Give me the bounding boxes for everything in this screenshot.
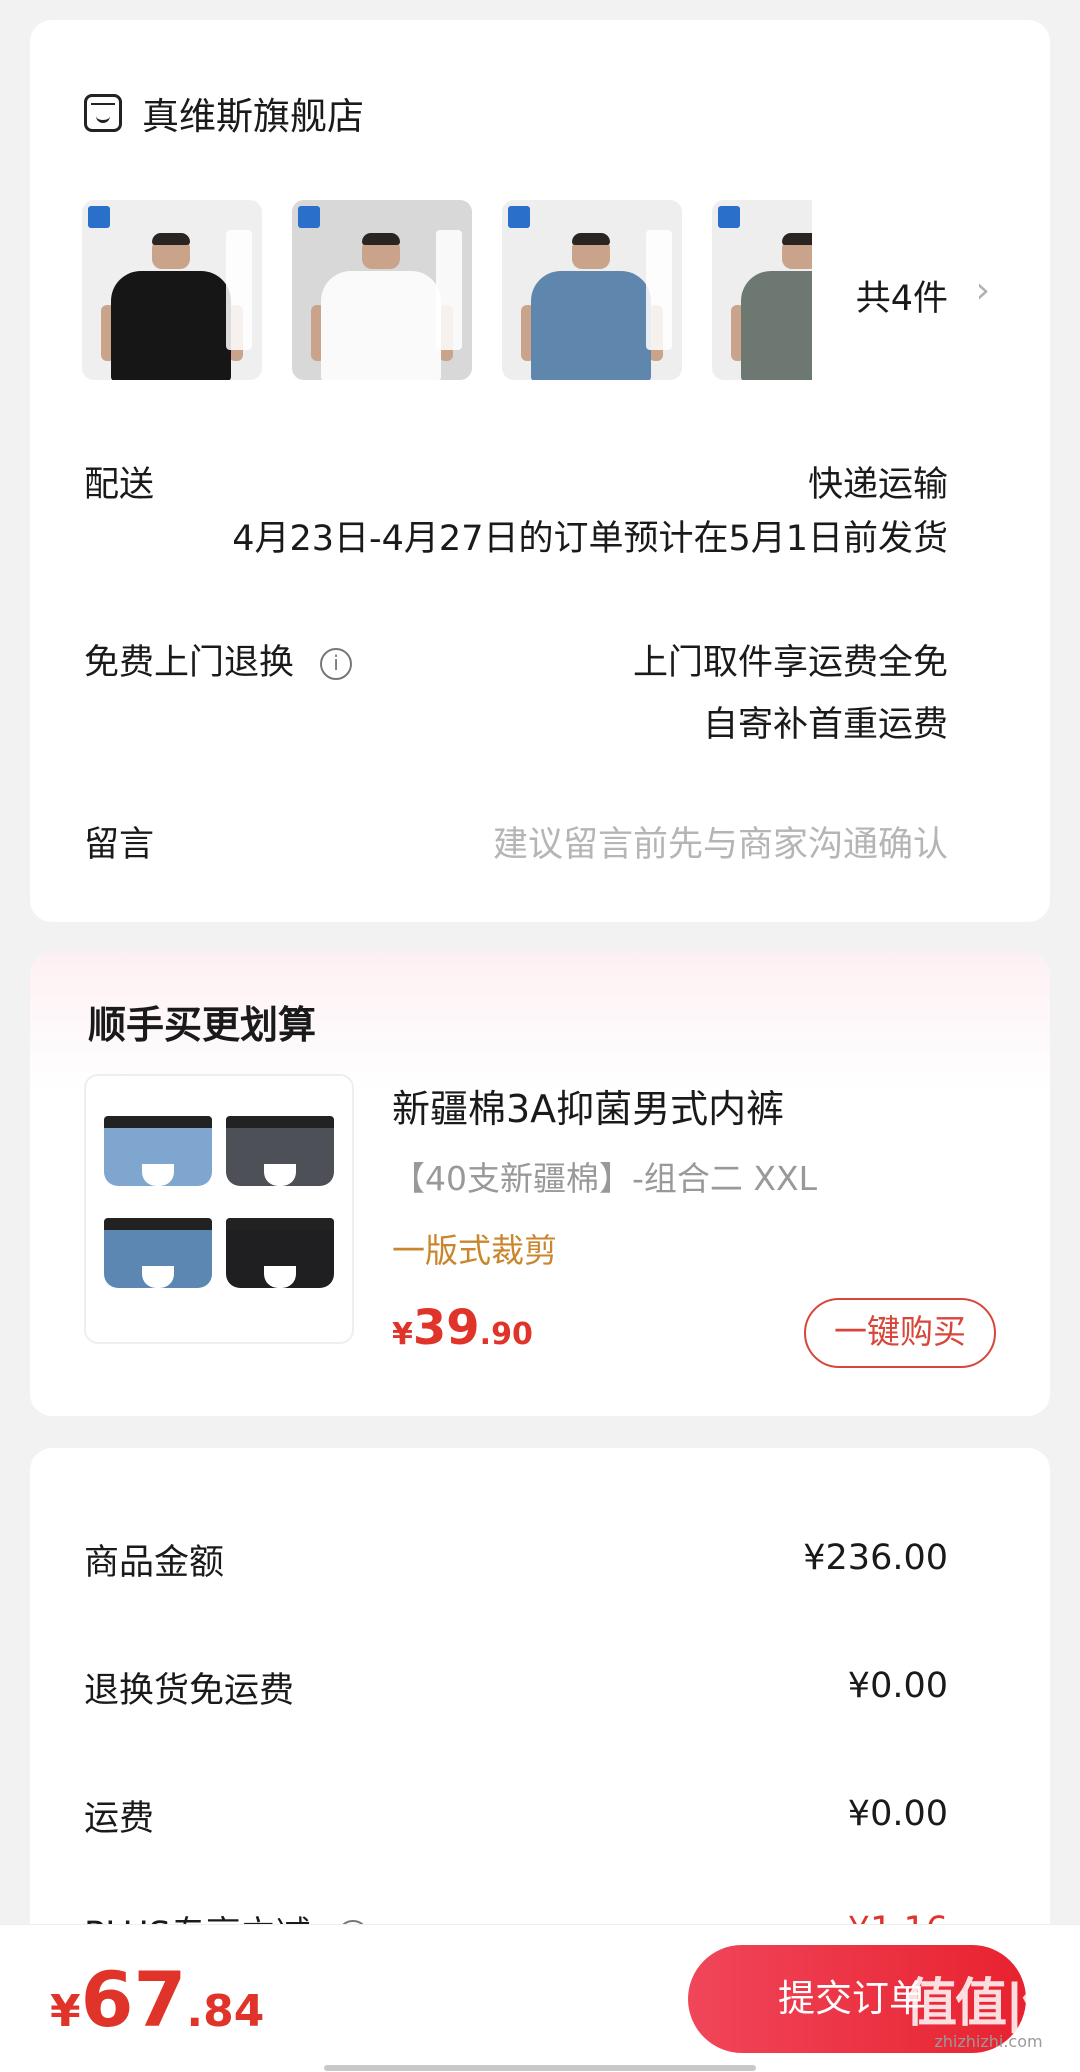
one-click-buy-button[interactable]: 一键购买 [804, 1298, 996, 1368]
feature-badges-icon [226, 230, 252, 350]
product-thumbnail[interactable] [712, 200, 812, 380]
feature-badges-icon [646, 230, 672, 350]
store-card: 真维斯旗舰店 共4件 › 配送 快递运输 4月23日-4月27日的订单预计在5月… [30, 20, 1050, 922]
feature-badges-icon [436, 230, 462, 350]
chevron-right-icon[interactable]: › [976, 270, 990, 311]
message-input[interactable]: 建议留言前先与商家沟通确认 [493, 816, 948, 867]
brand-logo-icon [718, 206, 740, 228]
returns-line1: 上门取件享运费全免 [632, 643, 948, 683]
summary-value: ¥236.00 [803, 1538, 948, 1578]
submit-order-label: 提交订单 [778, 1977, 926, 2020]
shirt-image [307, 233, 457, 380]
items-count[interactable]: 共4件 [856, 270, 948, 321]
shirt-image [97, 233, 247, 380]
returns-label: 免费上门退换 [84, 643, 295, 683]
message-label: 留言 [84, 825, 155, 865]
product-thumbnail[interactable] [82, 200, 262, 380]
summary-value: ¥0.00 [847, 1794, 948, 1834]
returns-label-wrap: 免费上门退换 i [84, 634, 353, 685]
product-thumbnails[interactable] [82, 200, 812, 380]
summary-label: 运费 [84, 1799, 155, 1839]
total-price: ¥67.84 [50, 1955, 265, 2044]
upsell-price: ¥39.90 [392, 1300, 533, 1356]
delivery-label: 配送 [84, 465, 155, 505]
upsell-title: 顺手买更划算 [88, 1003, 317, 1047]
brief-image [226, 1116, 334, 1186]
upsell-product-image[interactable] [84, 1074, 354, 1344]
summary-value: ¥0.00 [847, 1666, 948, 1706]
info-icon[interactable]: i [320, 648, 353, 680]
upsell-product-spec: 【40支新疆棉】-组合二 XXL [392, 1159, 817, 1198]
brand-logo-icon [298, 206, 320, 228]
product-thumbnail[interactable] [502, 200, 682, 380]
summary-label: 商品金额 [84, 1543, 225, 1583]
brief-image [104, 1218, 212, 1288]
delivery-estimate: 4月23日-4月27日的订单预计在5月1日前发货 [232, 519, 948, 559]
returns-line2: 自寄补首重运费 [702, 705, 948, 745]
delivery-method[interactable]: 快递运输 [808, 456, 948, 507]
brand-logo-icon [508, 206, 530, 228]
brief-image [104, 1116, 212, 1186]
upsell-card: 顺手买更划算 新疆棉3A抑菌男式内裤 【40支新疆棉】-组合二 XXL 一版式裁… [30, 952, 1050, 1416]
store-header[interactable]: 真维斯旗舰店 [84, 86, 364, 140]
store-name: 真维斯旗舰店 [142, 95, 364, 138]
upsell-product-tag: 一版式裁剪 [392, 1231, 557, 1270]
watermark-logo: 值值|值 zhizhizhi.com [905, 1974, 1074, 2051]
brief-image [226, 1218, 334, 1288]
home-indicator[interactable] [324, 2065, 756, 2071]
brand-logo-icon [88, 206, 110, 228]
shirt-image [727, 233, 812, 380]
checkout-bar: ¥67.84 提交订单 值值|值 zhizhizhi.com [0, 1924, 1080, 2072]
product-thumbnail[interactable] [292, 200, 472, 380]
store-icon [84, 94, 122, 132]
summary-label: 退换货免运费 [84, 1671, 295, 1711]
upsell-product-name[interactable]: 新疆棉3A抑菌男式内裤 [392, 1078, 784, 1133]
shirt-image [517, 233, 667, 380]
